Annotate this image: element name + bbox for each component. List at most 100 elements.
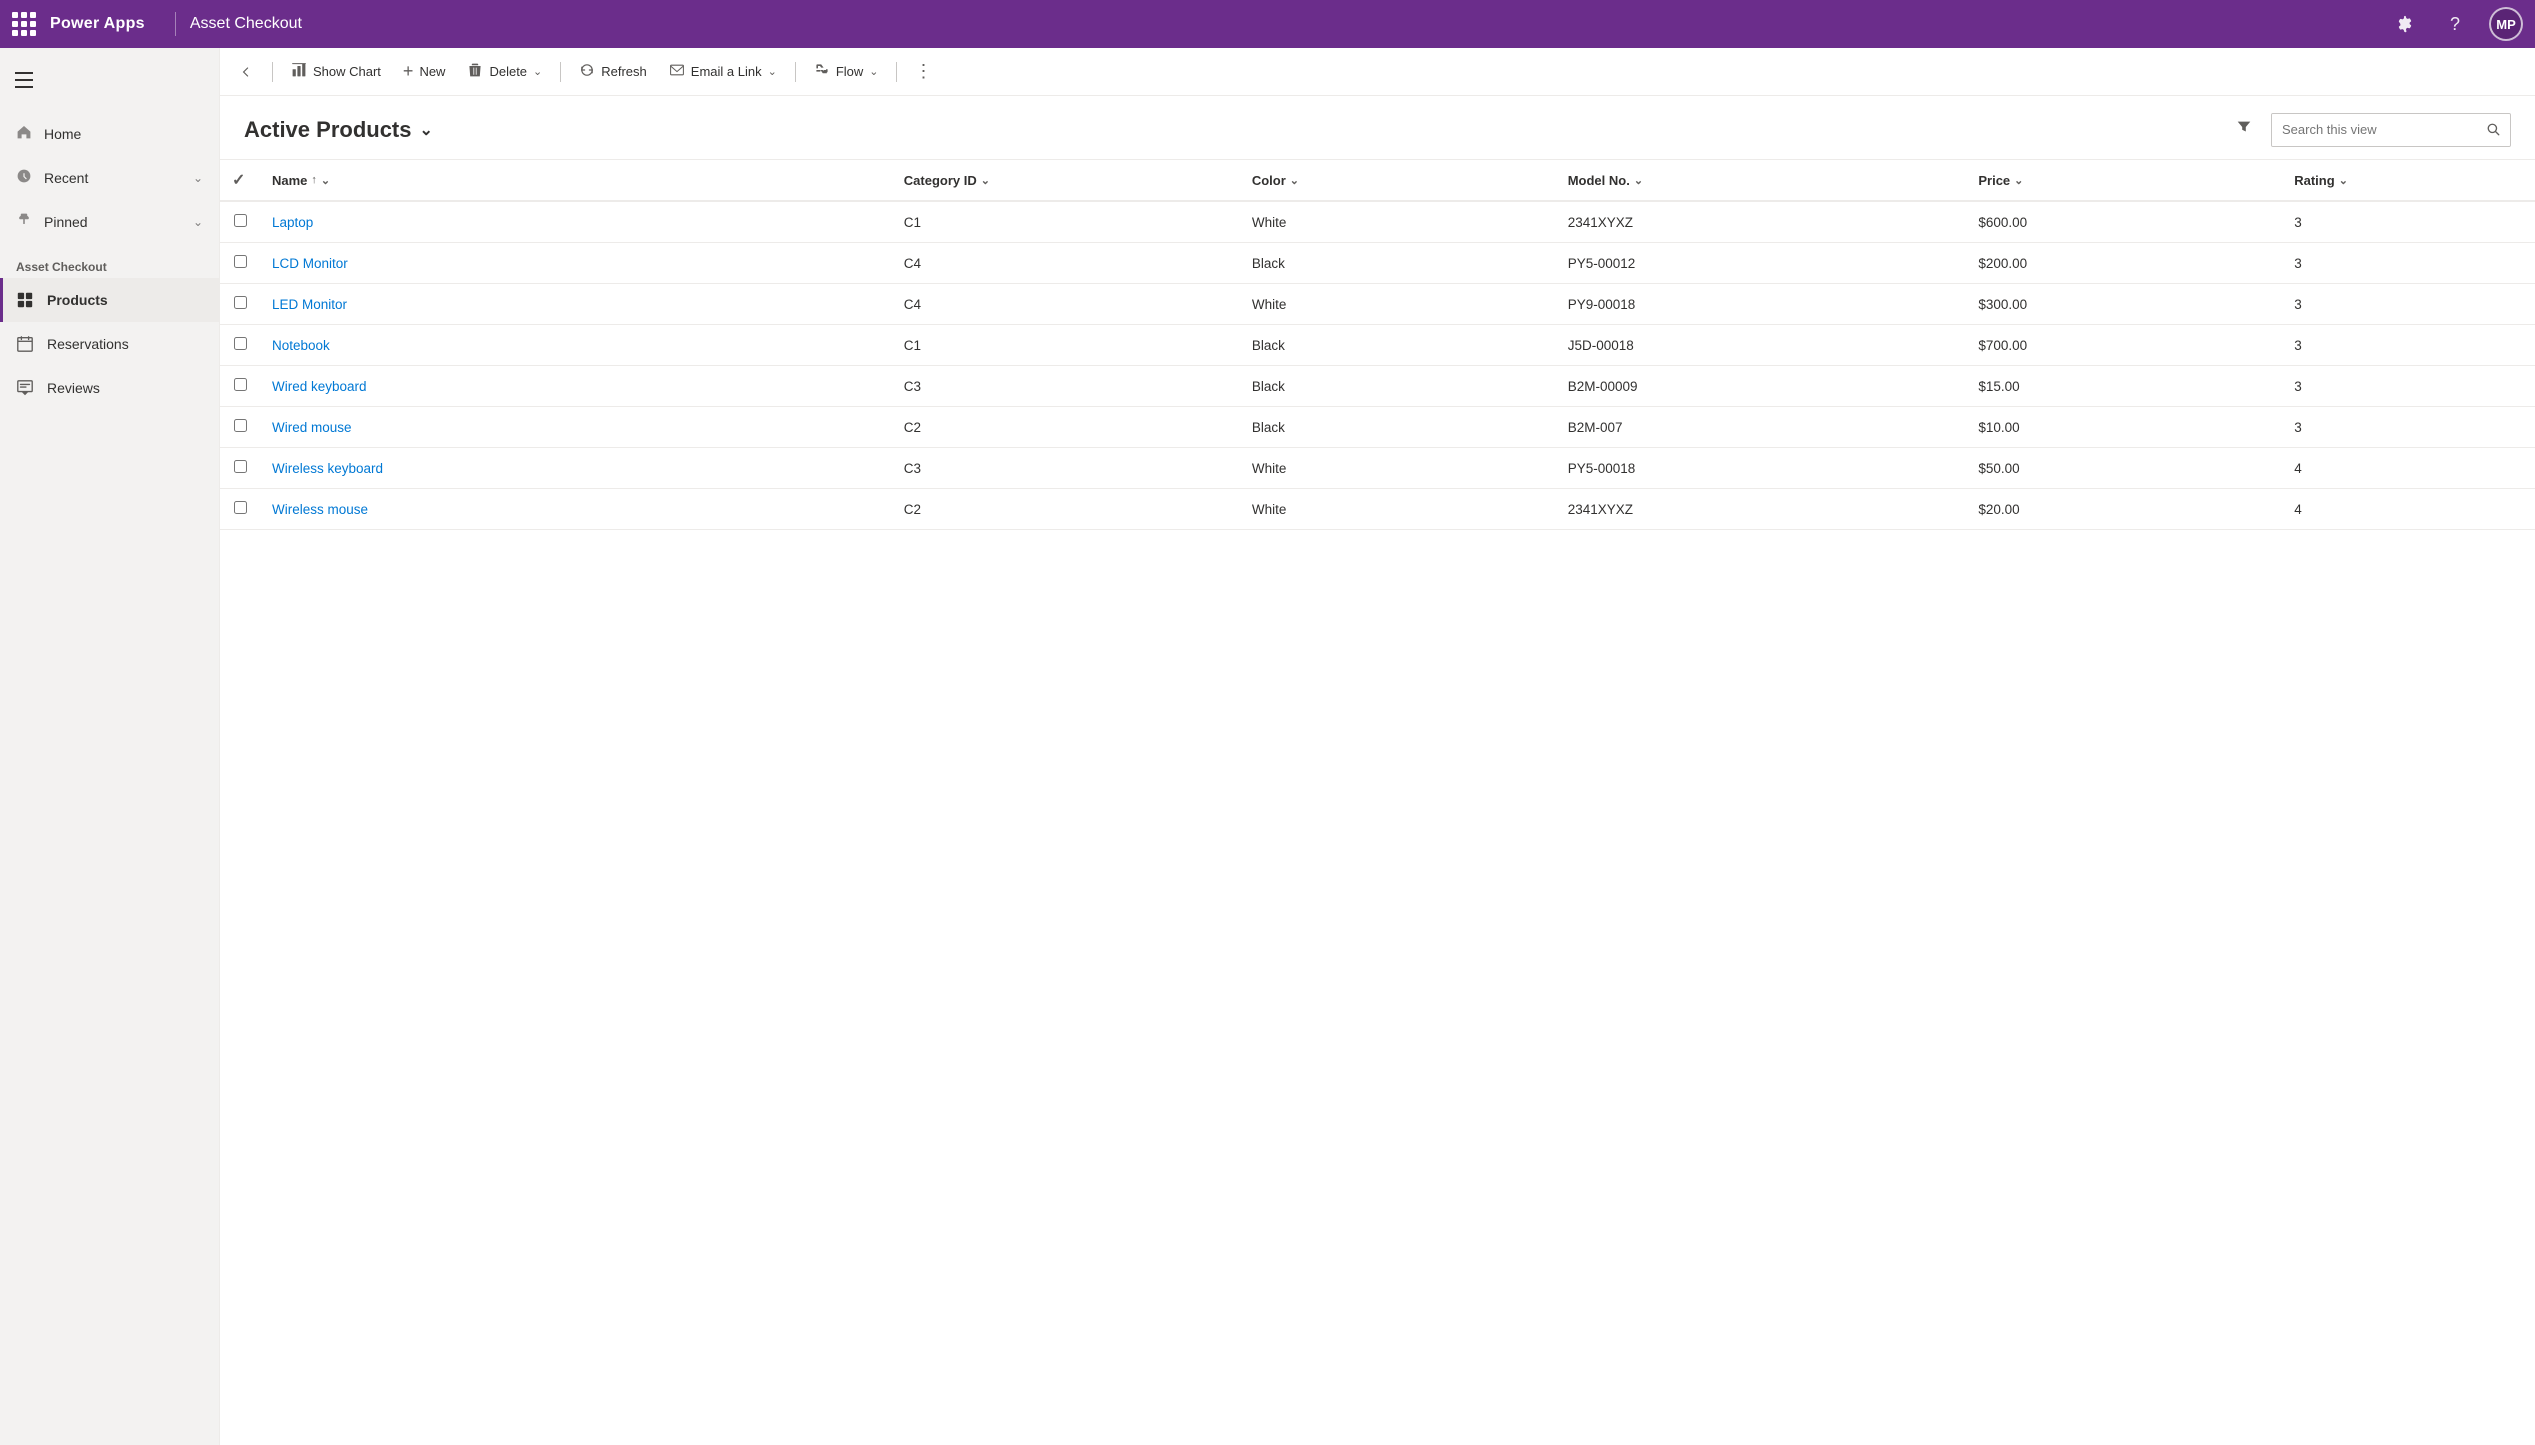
- waffle-icon[interactable]: [12, 12, 36, 36]
- table-row: LED Monitor C4 White PY9-00018 $300.00 3: [220, 284, 2535, 325]
- sidebar-item-home[interactable]: Home: [0, 112, 219, 156]
- cmd-separator-1: [272, 62, 273, 82]
- row-checkbox-6[interactable]: [220, 448, 260, 489]
- row-checkbox-7[interactable]: [220, 489, 260, 530]
- table-row: Notebook C1 Black J5D-00018 $700.00 3: [220, 325, 2535, 366]
- sidebar-item-reservations-label: Reservations: [47, 336, 129, 352]
- row-check-input-7[interactable]: [234, 501, 247, 514]
- email-link-label: Email a Link: [691, 64, 762, 79]
- col-header-name[interactable]: Name ↑ ⌄: [260, 160, 892, 202]
- search-button[interactable]: [2476, 113, 2510, 147]
- view-title-chevron-icon: ⌄: [420, 120, 433, 140]
- settings-button[interactable]: [2389, 8, 2421, 40]
- sidebar-item-recent[interactable]: Recent ⌄: [0, 156, 219, 200]
- row-price-4: $15.00: [1966, 366, 2282, 407]
- product-link-0[interactable]: Laptop: [272, 215, 313, 230]
- row-category-1: C4: [892, 243, 1240, 284]
- show-chart-label: Show Chart: [313, 64, 381, 79]
- filter-button[interactable]: [2229, 112, 2259, 147]
- product-link-2[interactable]: LED Monitor: [272, 297, 347, 312]
- row-name-0: Laptop: [260, 201, 892, 243]
- sidebar-item-reviews[interactable]: Reviews: [0, 366, 219, 410]
- sidebar-section-label: Asset Checkout: [0, 244, 219, 278]
- help-button[interactable]: ?: [2439, 8, 2471, 40]
- row-model-2: PY9-00018: [1556, 284, 1967, 325]
- sidebar-item-products[interactable]: Products: [0, 278, 219, 322]
- col-category-label: Category ID: [904, 173, 977, 188]
- row-checkbox-0[interactable]: [220, 201, 260, 243]
- show-chart-button[interactable]: Show Chart: [281, 54, 391, 90]
- row-check-input-3[interactable]: [234, 337, 247, 350]
- view-header: Active Products ⌄: [220, 96, 2535, 159]
- cmd-separator-3: [795, 62, 796, 82]
- delete-chevron-icon[interactable]: ⌄: [533, 65, 542, 78]
- row-check-input-0[interactable]: [234, 214, 247, 227]
- search-box: [2271, 113, 2511, 147]
- reviews-icon: [15, 378, 35, 398]
- row-model-1: PY5-00012: [1556, 243, 1967, 284]
- recent-chevron-icon: ⌄: [193, 171, 203, 185]
- row-check-input-6[interactable]: [234, 460, 247, 473]
- view-title[interactable]: Active Products ⌄: [244, 117, 433, 143]
- command-bar: Show Chart + New Delete ⌄ Refresh: [220, 48, 2535, 96]
- row-check-input-5[interactable]: [234, 419, 247, 432]
- col-header-price[interactable]: Price ⌄: [1966, 160, 2282, 202]
- row-checkbox-1[interactable]: [220, 243, 260, 284]
- sidebar-item-pinned[interactable]: Pinned ⌄: [0, 200, 219, 244]
- row-name-3: Notebook: [260, 325, 892, 366]
- row-checkbox-2[interactable]: [220, 284, 260, 325]
- row-check-input-2[interactable]: [234, 296, 247, 309]
- hamburger-button[interactable]: [0, 56, 48, 104]
- avatar[interactable]: MP: [2489, 7, 2523, 41]
- row-name-2: LED Monitor: [260, 284, 892, 325]
- flow-button[interactable]: Flow ⌄: [804, 54, 889, 90]
- new-button[interactable]: + New: [393, 54, 456, 90]
- email-chevron-icon[interactable]: ⌄: [768, 65, 777, 78]
- back-button[interactable]: [228, 54, 264, 90]
- row-checkbox-3[interactable]: [220, 325, 260, 366]
- row-category-2: C4: [892, 284, 1240, 325]
- show-chart-icon: [291, 62, 307, 82]
- product-link-3[interactable]: Notebook: [272, 338, 330, 353]
- color-sort-icon: ⌄: [1290, 174, 1299, 187]
- select-all-header[interactable]: ✓: [220, 160, 260, 202]
- checkmark-icon: ✓: [232, 172, 245, 189]
- products-icon: [15, 290, 35, 310]
- col-header-rating[interactable]: Rating ⌄: [2282, 160, 2535, 202]
- row-color-2: White: [1240, 284, 1556, 325]
- product-link-6[interactable]: Wireless keyboard: [272, 461, 383, 476]
- search-input[interactable]: [2272, 114, 2476, 146]
- row-rating-0: 3: [2282, 201, 2535, 243]
- email-link-button[interactable]: Email a Link ⌄: [659, 54, 787, 90]
- delete-button[interactable]: Delete ⌄: [457, 54, 552, 90]
- row-category-0: C1: [892, 201, 1240, 243]
- row-check-input-4[interactable]: [234, 378, 247, 391]
- pinned-chevron-icon: ⌄: [193, 215, 203, 229]
- row-checkbox-5[interactable]: [220, 407, 260, 448]
- data-table: ✓ Name ↑ ⌄ Category ID: [220, 159, 2535, 530]
- row-name-4: Wired keyboard: [260, 366, 892, 407]
- row-model-5: B2M-007: [1556, 407, 1967, 448]
- row-color-5: Black: [1240, 407, 1556, 448]
- product-link-5[interactable]: Wired mouse: [272, 420, 352, 435]
- sidebar-item-reservations[interactable]: Reservations: [0, 322, 219, 366]
- product-link-1[interactable]: LCD Monitor: [272, 256, 348, 271]
- top-header: Power Apps Asset Checkout ? MP: [0, 0, 2535, 48]
- refresh-button[interactable]: Refresh: [569, 54, 657, 90]
- more-options-button[interactable]: ⋮: [905, 54, 941, 90]
- sidebar-item-reviews-label: Reviews: [47, 380, 100, 396]
- row-rating-1: 3: [2282, 243, 2535, 284]
- col-header-model[interactable]: Model No. ⌄: [1556, 160, 1967, 202]
- row-check-input-1[interactable]: [234, 255, 247, 268]
- product-link-4[interactable]: Wired keyboard: [272, 379, 367, 394]
- col-header-category[interactable]: Category ID ⌄: [892, 160, 1240, 202]
- name-chevron-icon: ⌄: [321, 174, 330, 187]
- category-sort-icon: ⌄: [981, 174, 990, 187]
- product-link-7[interactable]: Wireless mouse: [272, 502, 368, 517]
- row-price-2: $300.00: [1966, 284, 2282, 325]
- sidebar-item-recent-label: Recent: [44, 170, 88, 186]
- flow-chevron-icon[interactable]: ⌄: [869, 65, 878, 78]
- row-model-4: B2M-00009: [1556, 366, 1967, 407]
- col-header-color[interactable]: Color ⌄: [1240, 160, 1556, 202]
- row-checkbox-4[interactable]: [220, 366, 260, 407]
